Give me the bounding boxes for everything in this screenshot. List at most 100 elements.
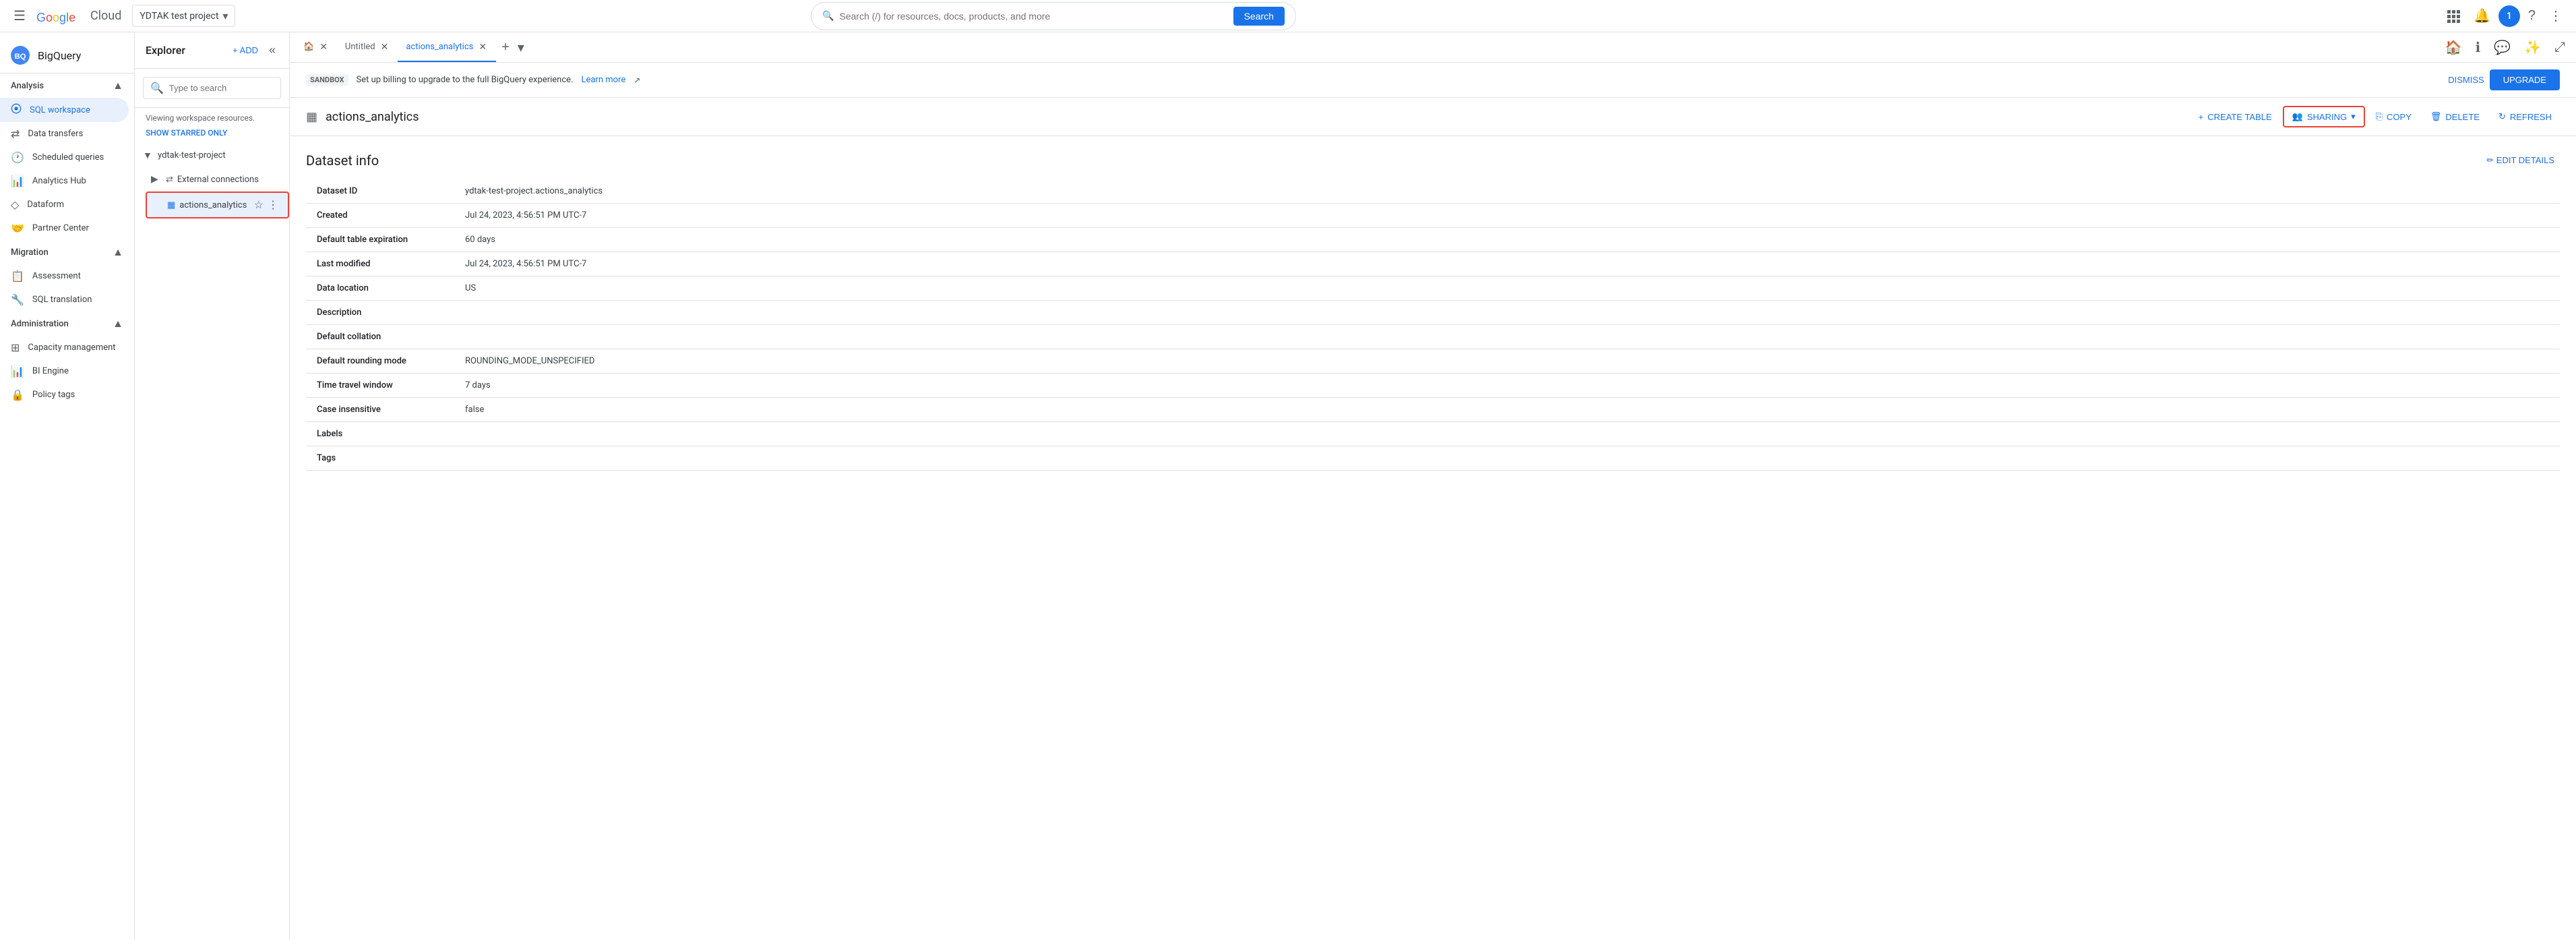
sidebar-item-analytics-hub[interactable]: 📊 Analytics Hub xyxy=(0,169,129,193)
sidebar-item-sql-workspace[interactable]: SQL workspace xyxy=(0,98,129,122)
tab-expand-icon[interactable]: ⤢ xyxy=(2549,34,2571,61)
app-layout: BQ BigQuery Analysis ▲ SQL workspace ⇄ D… xyxy=(0,32,2576,940)
dataset-more-button[interactable]: ⋮ xyxy=(266,197,280,213)
explorer-header: Explorer + ADD « xyxy=(135,32,289,69)
info-table-row: Default rounding modeROUNDING_MODE_UNSPE… xyxy=(306,349,2560,374)
explorer-tree: ▼ ydtak-test-project ☆ ⋮ ▶ ⇄ External co… xyxy=(135,143,289,940)
untitled-tab-label: Untitled xyxy=(345,42,375,52)
actions-analytics-label: actions_analytics xyxy=(179,200,248,210)
help-icon[interactable]: ? xyxy=(2523,3,2541,29)
dataset-toolbar: ▦ actions_analytics + CREATE TABLE 👥 SHA… xyxy=(290,98,2576,136)
actions-analytics-tab-label: actions_analytics xyxy=(406,42,473,52)
info-field-value: Jul 24, 2023, 4:56:51 PM UTC-7 xyxy=(454,252,2560,276)
tabs-bar: 🏠 ✕ Untitled ✕ actions_analytics ✕ + ▾ 🏠… xyxy=(290,32,2576,63)
sidebar-item-dataform[interactable]: ◇ Dataform xyxy=(0,193,129,216)
dataset-info-section: ✏ EDIT DETAILS Dataset info Dataset IDyd… xyxy=(290,136,2576,487)
scheduled-queries-label: Scheduled queries xyxy=(32,152,104,163)
collapse-panel-button[interactable]: « xyxy=(266,40,278,60)
sharing-dropdown-arrow: ▾ xyxy=(2351,111,2356,122)
info-field-value: Jul 24, 2023, 4:56:51 PM UTC-7 xyxy=(454,204,2560,228)
sharing-button[interactable]: 👥 SHARING ▾ xyxy=(2283,106,2365,127)
dataset-toolbar-icon: ▦ xyxy=(306,110,317,124)
learn-more-link[interactable]: Learn more xyxy=(581,75,625,85)
banner-actions: DISMISS UPGRADE xyxy=(2448,69,2560,90)
project-tree-item[interactable]: ▼ ydtak-test-project ☆ ⋮ xyxy=(135,143,289,167)
delete-icon: 🗑 xyxy=(2430,111,2442,122)
copy-button[interactable]: ⎘ COPY xyxy=(2368,107,2420,126)
create-table-button[interactable]: + CREATE TABLE xyxy=(2190,108,2280,126)
policy-tags-label: Policy tags xyxy=(32,390,75,400)
dismiss-button[interactable]: DISMISS xyxy=(2448,75,2484,85)
migration-section[interactable]: Migration ▲ xyxy=(0,240,134,264)
sidebar-item-partner-center[interactable]: 🤝 Partner Center xyxy=(0,216,129,240)
info-table-row: Time travel window7 days xyxy=(306,374,2560,398)
cloud-label: Cloud xyxy=(90,9,121,23)
info-field-value xyxy=(454,325,2560,349)
tab-home-icon[interactable]: 🏠 xyxy=(2440,34,2467,61)
ext-conn-more-button[interactable]: ⋮ xyxy=(268,171,281,187)
project-selector[interactable]: YDTAK test project ▾ xyxy=(132,5,235,27)
tab-actions-analytics[interactable]: actions_analytics ✕ xyxy=(398,32,496,62)
administration-section[interactable]: Administration ▲ xyxy=(0,312,134,336)
policy-tags-icon: 🔒 xyxy=(11,388,24,401)
home-tab-close[interactable]: ✕ xyxy=(318,40,329,54)
sidebar-item-capacity-management[interactable]: ⊞ Capacity management xyxy=(0,336,129,359)
add-button[interactable]: + ADD xyxy=(227,42,264,58)
sidebar-item-data-transfers[interactable]: ⇄ Data transfers xyxy=(0,122,129,146)
tab-home[interactable]: 🏠 ✕ xyxy=(295,32,337,62)
upgrade-button[interactable]: UPGRADE xyxy=(2490,69,2560,90)
info-table-row: Labels xyxy=(306,422,2560,446)
untitled-tab-close[interactable]: ✕ xyxy=(379,40,390,54)
hamburger-menu[interactable]: ☰ xyxy=(8,2,31,30)
sql-workspace-icon xyxy=(11,103,22,117)
refresh-button[interactable]: ↻ REFRESH xyxy=(2490,107,2560,126)
sidebar-item-scheduled-queries[interactable]: 🕐 Scheduled queries xyxy=(0,146,129,169)
add-tab-button[interactable]: + xyxy=(496,37,515,58)
avatar[interactable]: 1 xyxy=(2498,5,2520,27)
explorer-search-wrap: 🔍 ? xyxy=(143,77,281,99)
external-connections-icon: ⇄ xyxy=(166,175,173,185)
copy-icon: ⎘ xyxy=(2376,111,2383,122)
global-search-input[interactable] xyxy=(839,11,1227,22)
tab-ai-icon[interactable]: ✨ xyxy=(2519,34,2546,61)
assessment-label: Assessment xyxy=(32,271,81,281)
info-table-row: Dataset IDydtak-test-project.actions_ana… xyxy=(306,179,2560,204)
project-name-label: ydtak-test-project xyxy=(158,150,226,160)
info-field-key: Default table expiration xyxy=(306,228,454,252)
sandbox-badge: SANDBOX xyxy=(306,74,348,86)
capacity-management-label: Capacity management xyxy=(28,343,115,353)
sidebar-item-policy-tags[interactable]: 🔒 Policy tags xyxy=(0,383,129,407)
dataset-star-button[interactable]: ☆ xyxy=(253,197,265,213)
sidebar-item-assessment[interactable]: 📋 Assessment xyxy=(0,264,129,288)
analysis-section[interactable]: Analysis ▲ xyxy=(0,74,134,98)
more-options-icon[interactable]: ⋮ xyxy=(2544,2,2568,30)
workspace-label: Viewing workspace resources. xyxy=(135,108,289,128)
dataform-label: Dataform xyxy=(27,200,64,210)
info-field-value: US xyxy=(454,276,2560,301)
apps-icon[interactable] xyxy=(2441,4,2465,28)
external-connections-item[interactable]: ▶ ⇄ External connections ⋮ xyxy=(146,167,289,192)
show-starred-button[interactable]: SHOW STARRED ONLY xyxy=(135,128,289,143)
project-more-button[interactable]: ⋮ xyxy=(243,147,257,163)
tab-untitled[interactable]: Untitled ✕ xyxy=(337,32,398,62)
dataset-toolbar-name: actions_analytics xyxy=(326,110,419,124)
notifications-icon[interactable]: 🔔 xyxy=(2468,2,2496,30)
explorer-search-input[interactable] xyxy=(169,83,288,93)
sidebar-item-bi-engine[interactable]: 📊 BI Engine xyxy=(0,359,129,383)
migration-chevron: ▲ xyxy=(113,245,123,259)
actions-analytics-tab-close[interactable]: ✕ xyxy=(477,40,488,54)
info-table-row: CreatedJul 24, 2023, 4:56:51 PM UTC-7 xyxy=(306,204,2560,228)
explorer-actions: + ADD « xyxy=(227,40,278,60)
actions-analytics-item[interactable]: ▦ actions_analytics ☆ ⋮ xyxy=(146,192,289,218)
sidebar-item-sql-translation[interactable]: 🔧 SQL translation xyxy=(0,288,129,312)
tab-info-icon[interactable]: ℹ xyxy=(2470,34,2486,61)
tab-chat-icon[interactable]: 💬 xyxy=(2488,34,2516,61)
search-button[interactable]: Search xyxy=(1233,7,1285,26)
delete-button[interactable]: 🗑 DELETE xyxy=(2422,107,2488,126)
tab-menu-button[interactable]: ▾ xyxy=(515,36,527,59)
explorer-search-icon: 🔍 xyxy=(150,82,164,94)
project-star-button[interactable]: ☆ xyxy=(230,147,242,163)
top-nav-right: 🔔 1 ? ⋮ xyxy=(2441,2,2568,30)
assessment-icon: 📋 xyxy=(11,270,24,283)
edit-details-button[interactable]: ✏ EDIT DETAILS xyxy=(2481,152,2560,169)
